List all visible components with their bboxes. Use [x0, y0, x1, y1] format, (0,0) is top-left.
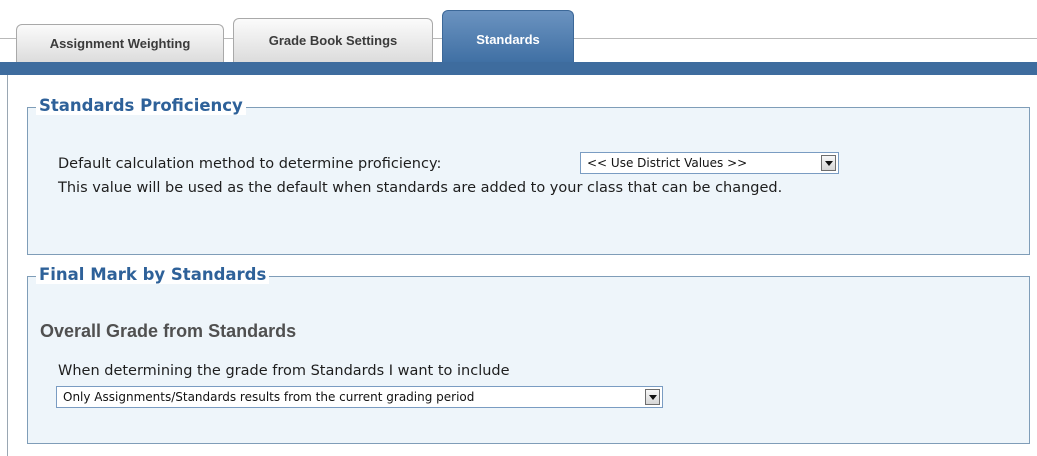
tab-standards[interactable]: Standards [442, 10, 574, 62]
include-results-value: Only Assignments/Standards results from … [63, 390, 475, 404]
calculation-method-value: << Use District Values >> [587, 156, 748, 170]
overall-grade-heading: Overall Grade from Standards [40, 321, 297, 341]
calculation-method-select[interactable]: << Use District Values >> [580, 152, 839, 174]
tab-label: Assignment Weighting [49, 36, 191, 51]
tab-grade-book-settings[interactable]: Grade Book Settings [233, 18, 433, 62]
calculation-method-label: Default calculation method to determine … [58, 156, 442, 172]
tab-label: Standards [476, 32, 540, 47]
dropdown-arrow-icon[interactable] [821, 155, 836, 171]
default-value-note: This value will be used as the default w… [58, 180, 783, 196]
include-results-select[interactable]: Only Assignments/Standards results from … [56, 386, 663, 408]
tab-label: Grade Book Settings [268, 33, 398, 48]
final-mark-legend: Final Mark by Standards [36, 265, 270, 284]
dropdown-arrow-icon[interactable] [645, 389, 660, 405]
standards-proficiency-legend: Standards Proficiency [36, 96, 246, 115]
tab-strip: Assignment Weighting Grade Book Settings… [0, 0, 1037, 62]
include-label: When determining the grade from Standard… [58, 363, 510, 379]
content-border [7, 75, 8, 456]
tab-assignment-weighting[interactable]: Assignment Weighting [16, 24, 224, 62]
final-mark-panel: Final Mark by Standards Overall Grade fr… [27, 265, 1030, 444]
standards-proficiency-panel: Standards Proficiency Default calculatio… [27, 96, 1030, 255]
header-bar [0, 62, 1037, 75]
